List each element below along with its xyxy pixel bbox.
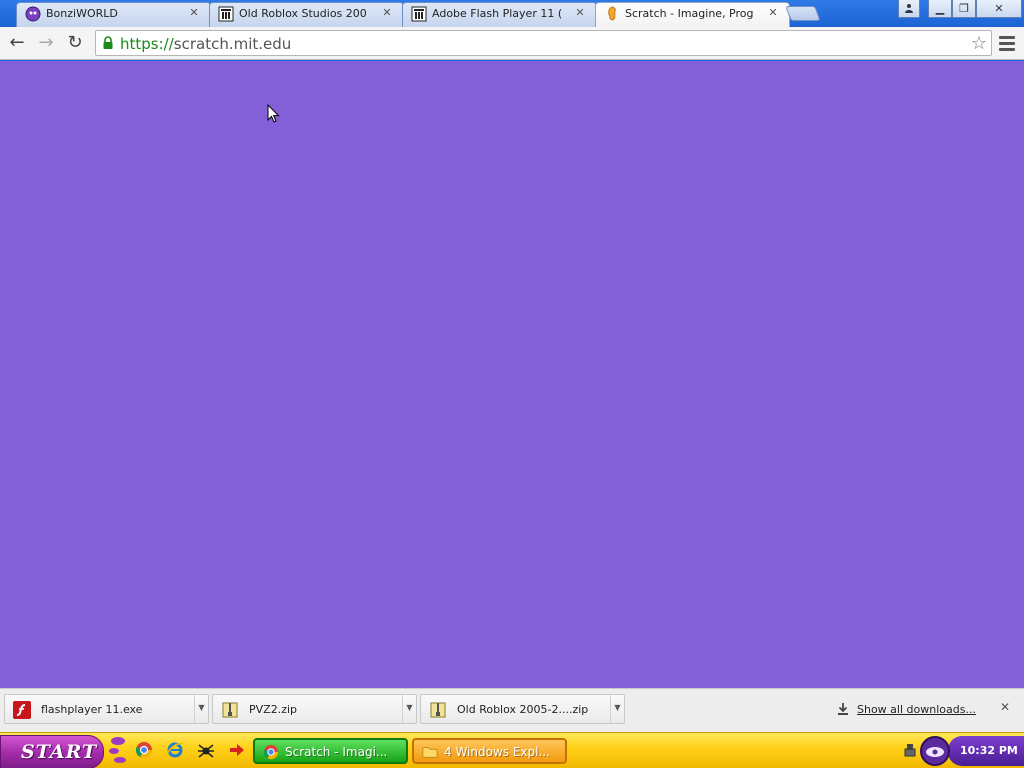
chevron-down-icon: ▼ bbox=[198, 703, 205, 712]
start-label: START bbox=[21, 741, 98, 763]
tab-title: Adobe Flash Player 11 ( bbox=[432, 7, 562, 20]
reload-icon: ↻ bbox=[67, 32, 83, 53]
tab-scratch[interactable]: Scratch - Imagine, Prog ✕ bbox=[595, 2, 790, 27]
close-icon[interactable]: ✕ bbox=[573, 6, 587, 20]
close-icon[interactable]: ✕ bbox=[380, 6, 394, 20]
bonzi-icon[interactable] bbox=[919, 735, 951, 767]
tab-title: Scratch - Imagine, Prog bbox=[625, 7, 754, 20]
taskbar-item-label: Scratch - Imagi... bbox=[285, 745, 388, 759]
download-item-flashplayer[interactable]: flashplayer 11.exe ▼ bbox=[4, 694, 209, 724]
zip-icon bbox=[430, 702, 446, 718]
scratch-icon bbox=[608, 6, 616, 21]
restore-icon: ❐ bbox=[959, 2, 969, 15]
arrow-right-icon: → bbox=[38, 32, 54, 53]
url-scheme: https:// bbox=[120, 35, 174, 53]
address-bar[interactable]: https://scratch.mit.edu ☆ bbox=[95, 30, 992, 56]
browser-toolbar: ← → ↻ https://scratch.mit.edu ☆ bbox=[0, 27, 1024, 60]
tab-title: BonziWORLD bbox=[46, 7, 118, 20]
back-button[interactable]: ← bbox=[5, 32, 29, 54]
close-icon[interactable]: ✕ bbox=[998, 700, 1012, 716]
download-shelf: flashplayer 11.exe ▼ PVZ2.zip ▼ Old Robl… bbox=[0, 688, 1024, 732]
start-button[interactable]: START bbox=[0, 735, 104, 768]
download-menu-button[interactable]: ▼ bbox=[402, 695, 416, 723]
chevron-down-icon: ▼ bbox=[614, 703, 621, 712]
tab-bonziworld[interactable]: BonziWORLD ✕ bbox=[16, 2, 211, 27]
archive-icon bbox=[411, 6, 427, 22]
folder-icon bbox=[422, 747, 438, 758]
arrow-right-icon[interactable] bbox=[228, 741, 246, 759]
chrome-icon bbox=[263, 744, 279, 760]
bonziworld-icon bbox=[25, 6, 41, 22]
tab-title: Old Roblox Studios 200 bbox=[239, 7, 367, 20]
archive-icon bbox=[218, 6, 234, 22]
mouse-cursor-icon bbox=[267, 104, 280, 123]
internet-explorer-icon[interactable] bbox=[166, 741, 184, 759]
download-menu-button[interactable]: ▼ bbox=[194, 695, 208, 723]
download-filename: PVZ2.zip bbox=[249, 703, 298, 716]
lock-icon bbox=[103, 36, 113, 49]
zip-icon bbox=[222, 702, 238, 718]
download-item-old-roblox[interactable]: Old Roblox 2005-2....zip ▼ bbox=[420, 694, 625, 724]
taskbar: START Scratch - Imagi... 4 Windows Expl.… bbox=[0, 732, 1024, 768]
reload-button[interactable]: ↻ bbox=[63, 32, 87, 54]
close-icon: ✕ bbox=[994, 2, 1004, 15]
clock[interactable]: 10:32 PM bbox=[960, 744, 1018, 757]
tab-adobe-flash[interactable]: Adobe Flash Player 11 ( ✕ bbox=[402, 2, 597, 27]
spider-solitaire-icon[interactable] bbox=[197, 741, 215, 759]
show-all-downloads-link[interactable]: Show all downloads... bbox=[857, 703, 976, 716]
menu-icon[interactable] bbox=[999, 33, 1015, 53]
download-item-pvz2[interactable]: PVZ2.zip ▼ bbox=[212, 694, 417, 724]
taskbar-item-windows-explorer[interactable]: 4 Windows Expl... bbox=[412, 738, 567, 764]
download-icon bbox=[838, 703, 848, 715]
purple-blob-icon bbox=[109, 737, 126, 763]
url-host: scratch.mit.edu bbox=[173, 35, 292, 53]
tab-strip: BonziWORLD ✕ Old Roblox Studios 200 ✕ Ad… bbox=[0, 0, 1024, 27]
system-tray: 10:32 PM bbox=[948, 736, 1024, 766]
taskbar-item-chrome[interactable]: Scratch - Imagi... bbox=[253, 738, 408, 764]
usb-device-icon[interactable] bbox=[904, 743, 916, 757]
chevron-down-icon: ▼ bbox=[406, 703, 413, 712]
download-menu-button[interactable]: ▼ bbox=[610, 695, 624, 723]
download-filename: Old Roblox 2005-2....zip bbox=[457, 703, 589, 716]
arrow-left-icon: ← bbox=[9, 32, 25, 53]
close-icon[interactable]: ✕ bbox=[187, 6, 201, 20]
chrome-icon[interactable] bbox=[135, 741, 153, 759]
page-content bbox=[0, 61, 1024, 688]
minimize-button[interactable]: ▁ bbox=[928, 0, 952, 18]
taskbar-item-label: 4 Windows Expl... bbox=[444, 745, 550, 759]
user-profile-button[interactable] bbox=[898, 0, 920, 18]
user-icon bbox=[905, 4, 913, 13]
download-filename: flashplayer 11.exe bbox=[41, 703, 143, 716]
close-window-button[interactable]: ✕ bbox=[976, 0, 1022, 18]
minimize-icon: ▁ bbox=[935, 2, 945, 15]
url-text: https://scratch.mit.edu bbox=[120, 35, 291, 53]
maximize-button[interactable]: ❐ bbox=[952, 0, 976, 18]
flash-icon bbox=[13, 701, 31, 719]
tab-old-roblox[interactable]: Old Roblox Studios 200 ✕ bbox=[209, 2, 404, 27]
forward-button[interactable]: → bbox=[34, 32, 58, 54]
new-tab-button[interactable] bbox=[785, 6, 821, 21]
bookmark-star-icon[interactable]: ☆ bbox=[971, 33, 987, 54]
close-icon[interactable]: ✕ bbox=[766, 6, 780, 20]
